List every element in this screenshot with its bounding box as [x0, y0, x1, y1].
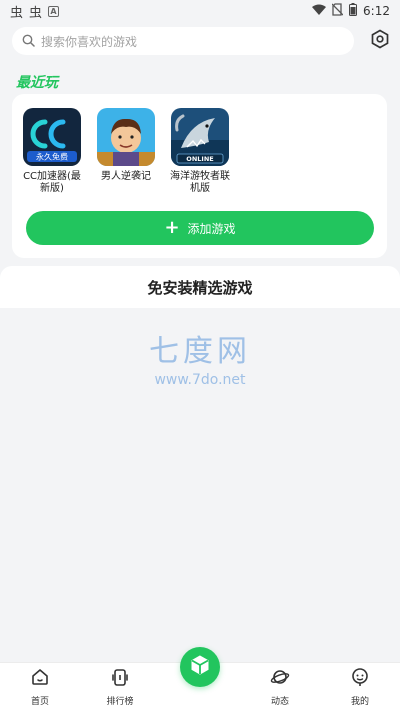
- add-game-label: 添加游戏: [187, 221, 236, 236]
- notification-icon: 虫: [29, 5, 43, 21]
- status-time: 6:12: [363, 4, 390, 18]
- game-item-ocean-nomad[interactable]: ONLINE 海洋游牧者联机版: [170, 108, 230, 195]
- game-name: 男人逆袭记: [101, 171, 151, 182]
- status-left: 虫 虫 A: [10, 2, 60, 21]
- game-name: CC加速器(最新版): [23, 171, 81, 194]
- wifi-icon: [312, 4, 327, 19]
- game-name: 海洋游牧者联机版: [170, 171, 230, 194]
- nav-item-profile[interactable]: 我的: [320, 663, 400, 710]
- home-icon: [30, 667, 50, 691]
- ranking-icon: [110, 667, 130, 691]
- center-game-button[interactable]: [180, 647, 220, 687]
- plus-icon: +: [164, 217, 180, 238]
- nav-item-ranking[interactable]: 排行榜: [80, 663, 160, 710]
- add-game-button[interactable]: + 添加游戏: [26, 211, 374, 245]
- cc-accelerator-icon: 永久免费: [23, 108, 81, 166]
- app-screen: 虫 虫 A 6:12 搜索你喜欢的游戏 最近玩 永久免费 CC加速器(最新版) …: [0, 0, 400, 710]
- watermark-url: www.7do.net: [154, 372, 246, 388]
- search-row: 搜索你喜欢的游戏: [12, 27, 392, 55]
- nav-label: 动态: [270, 697, 289, 707]
- bottom-navigation: 首页 排行榜 动态 我的: [0, 647, 400, 710]
- icon-badge-text: ONLINE: [186, 155, 213, 163]
- man-comeback-icon: [97, 108, 155, 166]
- watermark-title: 七度网: [149, 334, 251, 369]
- planet-icon: [270, 667, 290, 691]
- recent-title: 最近玩: [16, 75, 58, 91]
- nav-label: 我的: [350, 697, 369, 707]
- status-right: 6:12: [312, 3, 390, 19]
- nav-item-feed[interactable]: 动态: [240, 663, 320, 710]
- cube-icon: [189, 654, 211, 680]
- a-badge-icon: A: [48, 5, 60, 17]
- recent-games-list: 永久免费 CC加速器(最新版) 男人逆袭记 ONLINE 海洋游牧者联机版: [22, 108, 230, 195]
- profile-icon: [350, 667, 370, 691]
- nav-item-home[interactable]: 首页: [0, 663, 80, 710]
- battery-icon: [349, 3, 358, 19]
- nav-label: 排行榜: [106, 697, 134, 707]
- game-item-man-comeback[interactable]: 男人逆袭记: [96, 108, 156, 195]
- ocean-nomad-icon: ONLINE: [171, 108, 229, 166]
- settings-hexagon-icon: [370, 29, 390, 53]
- no-sim-icon: [331, 3, 344, 19]
- watermark: 七度网 www.7do.net: [0, 326, 400, 388]
- icon-badge-text: 永久免费: [36, 152, 68, 162]
- settings-button[interactable]: [368, 29, 392, 53]
- search-placeholder: 搜索你喜欢的游戏: [41, 34, 138, 49]
- nav-label: 首页: [30, 697, 49, 707]
- search-input[interactable]: 搜索你喜欢的游戏: [12, 27, 354, 55]
- status-bar: 虫 虫 A 6:12: [0, 0, 400, 22]
- game-item-cc-accelerator[interactable]: 永久免费 CC加速器(最新版): [22, 108, 82, 195]
- featured-section-title: 免安装精选游戏: [0, 266, 400, 308]
- notification-icon: 虫: [10, 5, 24, 21]
- search-icon: [22, 32, 35, 51]
- recent-games-card: 永久免费 CC加速器(最新版) 男人逆袭记 ONLINE 海洋游牧者联机版 + …: [12, 94, 387, 258]
